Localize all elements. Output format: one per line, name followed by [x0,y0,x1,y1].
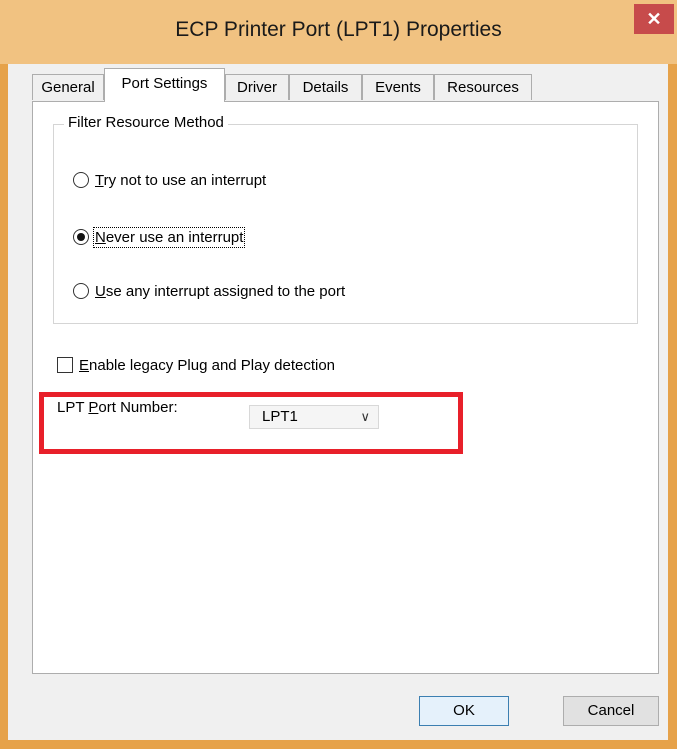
radio-button-checked-icon[interactable] [73,229,89,245]
radio-button-icon[interactable] [73,172,89,188]
close-icon: ✕ [646,9,662,29]
window-title: ECP Printer Port (LPT1) Properties [175,18,502,41]
radio-label: Try not to use an interrupt [95,171,267,189]
tab-port-settings[interactable]: Port Settings [104,68,225,102]
legacy-pnp-checkbox[interactable] [57,357,73,373]
radio-label: Use any interrupt assigned to the port [95,282,346,300]
radio-label: Never use an interrupt [92,226,246,248]
dialog-client-area: General Port Settings Driver Details Eve… [8,64,668,740]
lpt-port-number-label: LPT Port Number: [57,399,178,416]
legacy-pnp-checkbox-row[interactable]: Enable legacy Plug and Play detection [57,354,335,376]
port-settings-page: Filter Resource Method Try not to use an… [32,101,659,674]
lpt-port-number-value: LPT1 [262,408,298,425]
radio-any-interrupt[interactable]: Use any interrupt assigned to the port [73,280,345,302]
close-button[interactable]: ✕ [634,4,674,34]
title-bar[interactable]: ECP Printer Port (LPT1) Properties ✕ [0,0,677,64]
cancel-button[interactable]: Cancel [563,696,659,726]
tab-resources[interactable]: Resources [434,74,532,100]
radio-button-icon[interactable] [73,283,89,299]
ok-button[interactable]: OK [419,696,509,726]
lpt-port-number-select[interactable]: LPT1 ∨ [249,405,379,429]
chevron-down-icon[interactable]: ∨ [360,406,370,428]
filter-resource-group-label: Filter Resource Method [64,114,228,131]
radio-try-not-interrupt[interactable]: Try not to use an interrupt [73,169,266,191]
tab-events[interactable]: Events [362,74,434,100]
window-frame: ECP Printer Port (LPT1) Properties ✕ Gen… [0,0,677,749]
tab-general[interactable]: General [32,74,104,100]
filter-resource-group: Filter Resource Method Try not to use an… [53,114,638,324]
legacy-pnp-label: Enable legacy Plug and Play detection [79,356,336,374]
tab-driver[interactable]: Driver [225,74,289,100]
tab-details[interactable]: Details [289,74,362,100]
radio-never-interrupt[interactable]: Never use an interrupt [73,226,246,248]
